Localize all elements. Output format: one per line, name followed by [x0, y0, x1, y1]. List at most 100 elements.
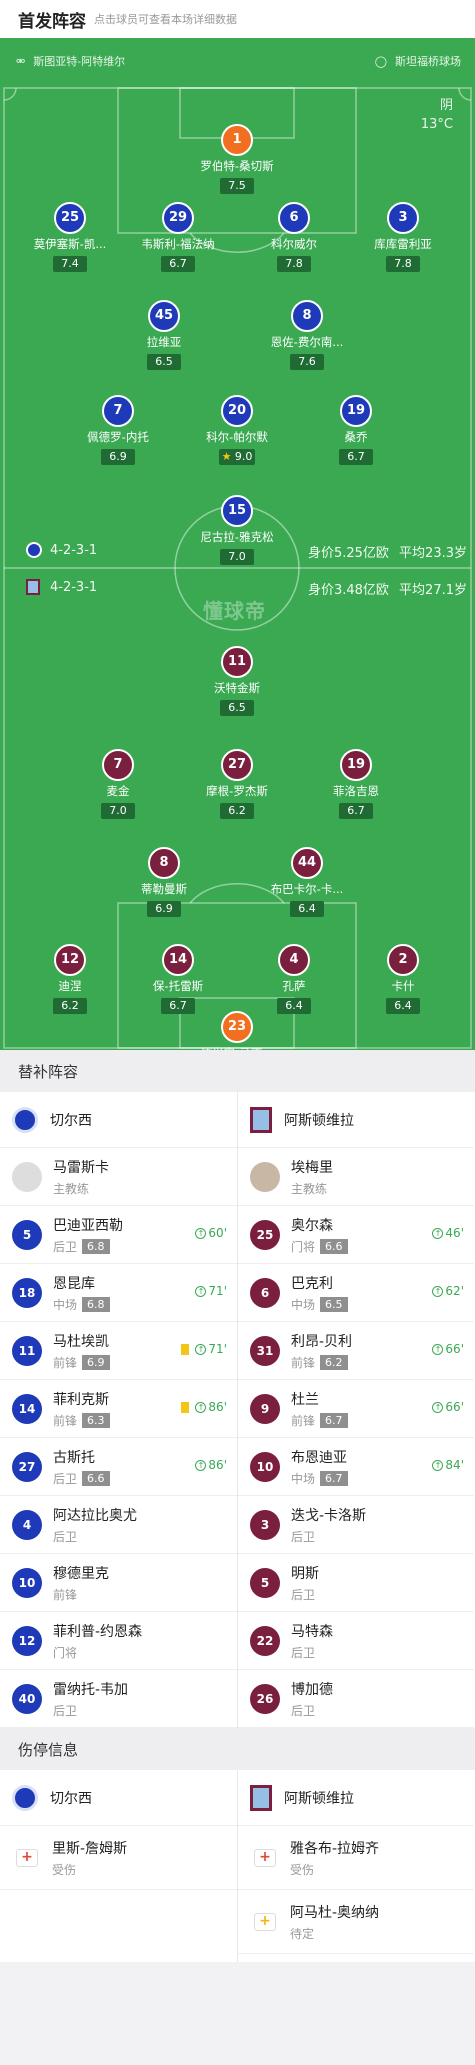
away-player-name: 麦金 — [106, 784, 130, 798]
home-player-rating: 7.0 — [220, 549, 254, 565]
sub-on-time: 86' — [208, 1458, 227, 1472]
sub-player-info: 菲利普-约恩森 门将 — [53, 1621, 142, 1661]
injury-row[interactable]: 雅各布-拉姆齐受伤 — [238, 1826, 474, 1890]
home-player[interactable]: 45 拉维亚 6.5 — [104, 300, 224, 370]
home-player-name: 拉维亚 — [146, 335, 182, 349]
away-player-number: 11 — [221, 646, 253, 678]
coach-avatar-icon — [250, 1161, 280, 1192]
lineup-title: 首发阵容 — [18, 11, 86, 32]
sub-player-row[interactable]: 40 雷纳托-韦加 后卫 — [0, 1670, 237, 1728]
sub-player-row[interactable]: 5 巴迪亚西勒 后卫 6.8 ↑ 60' — [0, 1206, 237, 1264]
sub-player-meta: 后卫 — [53, 1528, 137, 1545]
away-player[interactable]: 44 布巴卡尔-卡... 6.4 — [247, 847, 367, 917]
sub-on-icon: ↑ — [195, 1343, 207, 1355]
away-player[interactable]: 12 迪涅 6.2 — [10, 944, 130, 1014]
sub-player-row[interactable]: 18 恩昆库 中场 6.8 ↑ 71' — [0, 1264, 237, 1322]
sub-player-meta: 后卫 6.8 — [53, 1238, 123, 1255]
injury-row[interactable]: 阿马杜-奥纳纳待定 — [238, 1890, 474, 1954]
sub-player-meta: 中场 6.5 — [291, 1296, 348, 1313]
sub-player-row[interactable]: 26 博加德 后卫 — [238, 1670, 474, 1728]
sub-player-position: 中场 — [291, 1471, 316, 1486]
sub-player-info: 巴克利 中场 6.5 — [291, 1273, 348, 1313]
away-player[interactable]: 8 蒂勒曼斯 6.9 — [104, 847, 224, 917]
away-player[interactable]: 4 孔萨 6.4 — [234, 944, 354, 1014]
away-player[interactable]: 19 菲洛吉恩 6.7 — [296, 749, 416, 819]
lineup-header: 首发阵容 点击球员可查看本场详细数据 — [0, 0, 475, 38]
sub-player-row[interactable]: 6 巴克利 中场 6.5 ↑ 62' — [238, 1264, 474, 1322]
sub-player-row[interactable]: 14 菲利克斯 前锋 6.3 ↑ 86' — [0, 1380, 237, 1438]
home-age-text: 平均23.3岁 — [399, 546, 467, 561]
away-player-name: 摩根-罗杰斯 — [206, 784, 268, 798]
sub-player-row[interactable]: 27 古斯托 后卫 6.6 ↑ 86' — [0, 1438, 237, 1496]
sub-player-position: 后卫 — [53, 1529, 78, 1544]
subs-away-team[interactable]: 阿斯顿维拉 — [238, 1092, 474, 1148]
home-player[interactable]: 20 科尔-帕尔默 ★ 9.0 — [177, 395, 297, 465]
sub-on-time: 84' — [445, 1458, 464, 1472]
injury-away-team[interactable]: 阿斯顿维拉 — [238, 1770, 474, 1826]
sub-player-position: 后卫 — [53, 1703, 78, 1718]
home-player[interactable]: 3 库库雷利亚 7.8 — [343, 202, 463, 272]
rating-value: 6.5 — [228, 701, 246, 714]
sub-on-marker: ↑ 86' — [181, 1400, 227, 1414]
subs-home-team[interactable]: 切尔西 — [0, 1092, 237, 1148]
sub-player-meta: 前锋 — [53, 1586, 109, 1603]
sub-player-meta: 前锋 6.2 — [291, 1354, 352, 1371]
sub-on-time: 71' — [208, 1284, 227, 1298]
injury-row[interactable]: 里斯-詹姆斯受伤 — [0, 1826, 237, 1890]
sub-player-row[interactable]: 5 明斯 后卫 — [238, 1554, 474, 1612]
home-player-name: 尼古拉-雅克松 — [200, 530, 274, 544]
away-player-name: 菲洛吉恩 — [333, 784, 379, 798]
away-player-rating: 6.2 — [53, 998, 87, 1014]
rating-value: 6.7 — [169, 257, 187, 270]
away-player-number: 8 — [148, 847, 180, 879]
away-player[interactable]: 7 麦金 7.0 — [58, 749, 178, 819]
home-player[interactable]: 6 科尔威尔 7.8 — [234, 202, 354, 272]
sub-player-rating: 6.9 — [82, 1354, 110, 1370]
sub-player-row[interactable]: 12 菲利普-约恩森 门将 — [0, 1612, 237, 1670]
chelsea-badge-icon — [12, 1106, 38, 1133]
away-player-number: 19 — [340, 749, 372, 781]
home-player-rating: 6.7 — [339, 449, 373, 465]
sub-player-row[interactable]: 4 阿达拉比奥尤 后卫 — [0, 1496, 237, 1554]
sub-player-info: 巴迪亚西勒 后卫 6.8 — [53, 1215, 123, 1255]
sub-player-row[interactable]: 25 奥尔森 门将 6.6 ↑ 46' — [238, 1206, 474, 1264]
sub-player-position: 后卫 — [53, 1239, 78, 1254]
home-formation: 4-2-3-1 — [26, 542, 97, 558]
home-coach-role: 主教练 — [53, 1181, 90, 1196]
sub-player-row[interactable]: 22 马特森 后卫 — [238, 1612, 474, 1670]
yellow-card-icon — [181, 1343, 190, 1355]
home-player[interactable]: 29 韦斯利-福法纳 6.7 — [118, 202, 238, 272]
away-player[interactable]: 2 卡什 6.4 — [343, 944, 463, 1014]
sub-player-row[interactable]: 10 穆德里克 前锋 — [0, 1554, 237, 1612]
away-player[interactable]: 23达米安-马丁...6.7 — [177, 1011, 297, 1050]
home-player[interactable]: 15 尼古拉-雅克松 7.0 — [177, 495, 297, 565]
home-player[interactable]: 25 莫伊塞斯-凯... 7.4 — [10, 202, 130, 272]
sub-player-name: 布恩迪亚 — [291, 1449, 347, 1466]
sub-player-meta: 前锋 6.3 — [53, 1412, 110, 1429]
sub-on-icon: ↑ — [432, 1285, 444, 1297]
home-player[interactable]: 19 桑乔 6.7 — [296, 395, 416, 465]
sub-player-row[interactable]: 31 利昂-贝利 前锋 6.2 ↑ 66' — [238, 1322, 474, 1380]
away-player[interactable]: 11 沃特金斯 6.5 — [177, 646, 297, 716]
sub-player-row[interactable]: 3 迭戈-卡洛斯 后卫 — [238, 1496, 474, 1554]
sub-player-row[interactable]: 11 马杜埃凯 前锋 6.9 ↑ 71' — [0, 1322, 237, 1380]
home-coach[interactable]: 马雷斯卡 主教练 — [0, 1148, 237, 1206]
sub-player-number: 31 — [250, 1335, 280, 1366]
home-player[interactable]: 1 罗伯特-桑切斯 7.5 — [177, 124, 297, 194]
sub-player-name: 利昂-贝利 — [291, 1333, 353, 1350]
away-player[interactable]: 27 摩根-罗杰斯 6.2 — [177, 749, 297, 819]
injury-home-team[interactable]: 切尔西 — [0, 1770, 237, 1826]
yellow-card-icon — [181, 1401, 190, 1413]
away-player[interactable]: 14 保-托雷斯 6.7 — [118, 944, 238, 1014]
sub-player-position: 后卫 — [291, 1703, 316, 1718]
home-player[interactable]: 7 佩德罗-内托 6.9 — [58, 395, 178, 465]
away-coach[interactable]: 埃梅里 主教练 — [238, 1148, 474, 1206]
sub-player-row[interactable]: 10 布恩迪亚 中场 6.7 ↑ 84' — [238, 1438, 474, 1496]
sub-on-time: 86' — [208, 1400, 227, 1414]
sub-player-row[interactable]: 9 杜兰 前锋 6.7 ↑ 66' — [238, 1380, 474, 1438]
away-coach-role: 主教练 — [291, 1181, 328, 1196]
sub-on-marker: ↑ 62' — [432, 1284, 464, 1298]
rating-value: 6.7 — [347, 804, 365, 817]
home-player[interactable]: 8 恩佐-费尔南... 7.6 — [247, 300, 367, 370]
venue-stadium: ◯ 斯坦福桥球场 — [375, 53, 461, 69]
